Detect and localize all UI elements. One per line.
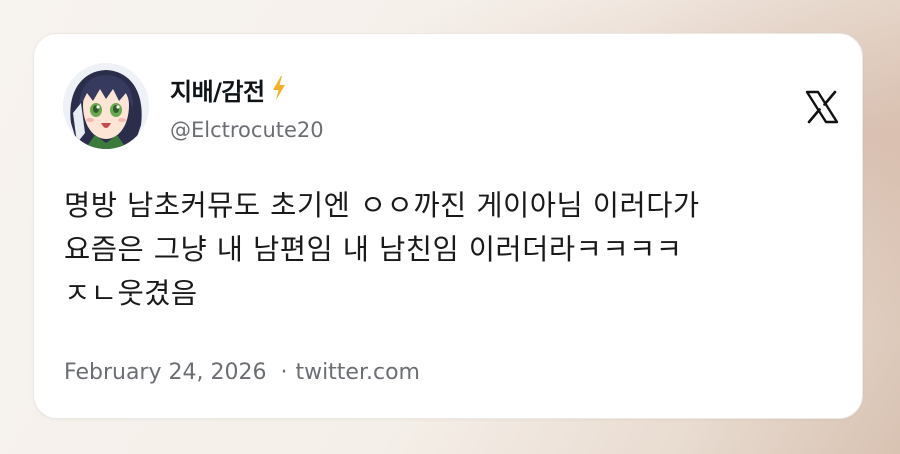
avatar-image — [63, 63, 149, 149]
tweet-text-line: 요즘은 그냥 내 남편임 내 남친임 이러더라ㅋㅋㅋㅋ — [64, 233, 683, 266]
tweet-meta: February 24, 2026 · twitter.com — [64, 360, 420, 385]
avatar[interactable] — [63, 63, 149, 149]
x-logo-icon[interactable] — [804, 89, 840, 125]
tweet-text-line: 명방 남초커뮤도 초기엔 ㅇㅇ까진 게이아님 이러다가 — [64, 189, 700, 222]
meta-separator: · — [280, 360, 288, 385]
author-handle[interactable]: @Elctrocute20 — [170, 118, 324, 142]
tweet-text: 명방 남초커뮤도 초기엔 ㅇㅇ까진 게이아님 이러다가 요즘은 그냥 내 남편임… — [64, 184, 839, 316]
author-display-name[interactable]: 지배/감전 — [170, 72, 265, 107]
tweet-text-line: ㅈㄴ웃겼음 — [64, 277, 198, 310]
author-name-row[interactable]: 지배/감전 — [170, 72, 287, 107]
tweet-card[interactable]: 지배/감전 @Elctrocute20 명방 남초커뮤도 초기엔 ㅇㅇ까진 게이… — [33, 33, 863, 419]
tweet-source-link[interactable]: twitter.com — [295, 360, 420, 385]
lightning-bolt-icon — [271, 75, 287, 105]
tweet-date[interactable]: February 24, 2026 — [64, 360, 266, 385]
